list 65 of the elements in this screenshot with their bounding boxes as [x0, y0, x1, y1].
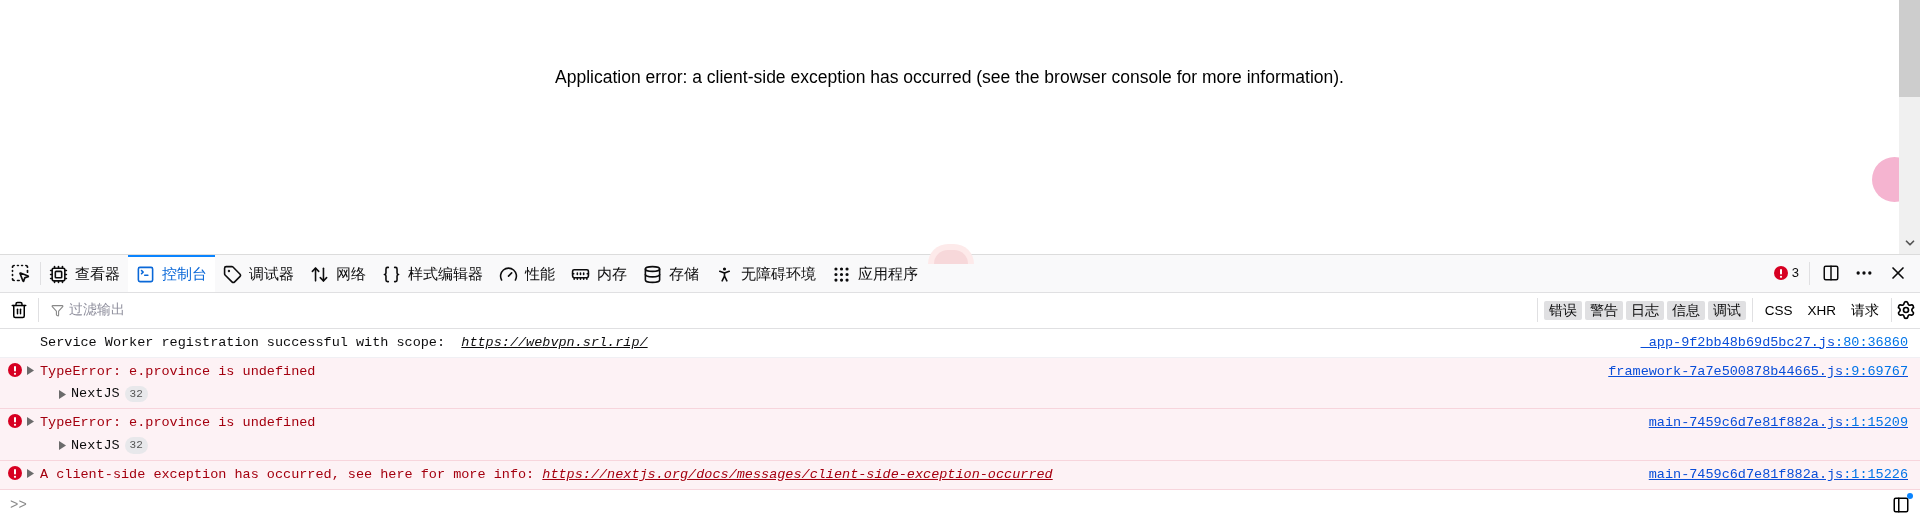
devtools-tab[interactable]: 性能: [491, 254, 563, 292]
dock-icon[interactable]: [1822, 264, 1840, 282]
error-icon: [8, 414, 22, 429]
devtools-tab[interactable]: 存储: [635, 254, 707, 292]
source-location: :80:36860: [1835, 334, 1908, 350]
level-filter-button[interactable]: 信息: [1666, 300, 1705, 320]
source-link[interactable]: framework-7a7e500878b44665.js:9:69767: [1608, 361, 1908, 382]
error-count[interactable]: 3: [1791, 263, 1799, 283]
loading-indicator-icon: [928, 244, 974, 264]
scrollbar[interactable]: [1899, 0, 1920, 254]
message-link[interactable]: https://webvpn.srl.rip/: [461, 334, 648, 350]
disclosure-triangle-icon[interactable]: [58, 441, 66, 451]
tag-icon: [223, 264, 242, 284]
trash-icon[interactable]: [10, 301, 28, 319]
console-message: TypeError: e.province is undefined: [40, 414, 317, 433]
level-filter-button[interactable]: 日志: [1625, 300, 1664, 320]
source-location: :1:15226: [1843, 466, 1908, 482]
devtools-tab[interactable]: 无障碍环境: [707, 254, 824, 292]
source-location: :1:15209: [1843, 415, 1908, 431]
stack-group-label[interactable]: NextJS: [71, 384, 120, 405]
console-message: Service Worker registration successful with scope: https://webvpn.srl.rip/: [40, 333, 649, 352]
scrollbar-thumb[interactable]: [1899, 0, 1920, 97]
console-message: A client-side exception has occurred, see here for more info: https://nextjs.org/docs/messages/client-side-exception-occurred: [40, 465, 1054, 484]
level-filter-button[interactable]: 错误: [1543, 300, 1582, 320]
frame-count-badge: 32: [124, 437, 148, 454]
disclosure-triangle-icon[interactable]: [26, 468, 34, 478]
grid-icon: [832, 264, 851, 284]
arrows-icon: [310, 264, 329, 284]
storage-icon: [643, 264, 662, 284]
request-filter-button[interactable]: 请求: [1845, 300, 1885, 320]
level-filter-button[interactable]: 调试: [1707, 300, 1746, 320]
source-location: :9:69767: [1843, 363, 1908, 379]
devtools-tab[interactable]: 调试器: [215, 254, 302, 292]
devtools-tab[interactable]: 样式编辑器: [374, 254, 491, 292]
message-link[interactable]: https://nextjs.org/docs/messages/client-side-exception-occurred: [542, 466, 1053, 482]
request-filter-button[interactable]: CSS: [1758, 300, 1799, 320]
devtools-tab[interactable]: 网络: [302, 254, 374, 292]
error-icon: [8, 465, 22, 480]
source-link[interactable]: main-7459c6d7e81f882a.js:1:15209: [1648, 413, 1908, 434]
braces-icon: [382, 264, 401, 284]
terminal-icon: [136, 264, 155, 284]
disclosure-triangle-icon[interactable]: [26, 365, 34, 375]
error-message: Application error: a client-side exception has occurred (see the browser console for more information).: [555, 66, 1344, 89]
frame-count-badge: 32: [124, 385, 148, 403]
settings-icon[interactable]: [1896, 300, 1916, 320]
console-prompt: >>: [10, 495, 27, 515]
disclosure-triangle-icon[interactable]: [58, 389, 66, 399]
source-link[interactable]: main-7459c6d7e81f882a.js:1:15226: [1648, 464, 1908, 485]
stack-group-label[interactable]: NextJS: [71, 435, 120, 456]
sidebar-toggle-icon[interactable]: [1892, 496, 1910, 514]
level-filter-button[interactable]: 警告: [1584, 300, 1623, 320]
error-icon: [1773, 266, 1788, 280]
source-link[interactable]: _app-9f2bb48b69d5bc27.js:80:36860: [1640, 332, 1908, 353]
error-icon: [8, 362, 22, 377]
disclosure-triangle-icon[interactable]: [26, 417, 34, 427]
request-filter-button[interactable]: XHR: [1801, 300, 1842, 320]
filter-field[interactable]: 过滤输出: [69, 299, 369, 321]
devtools-tab[interactable]: 控制台: [128, 254, 215, 292]
filter-icon: [51, 303, 64, 317]
console-message: TypeError: e.province is undefined: [40, 362, 317, 381]
element-picker-icon[interactable]: [10, 263, 30, 283]
devtools-tab[interactable]: 查看器: [41, 254, 128, 292]
devtools-tab[interactable]: 内存: [563, 254, 635, 292]
gauge-icon: [499, 264, 518, 284]
devtools-tab[interactable]: 应用程序: [824, 254, 926, 292]
